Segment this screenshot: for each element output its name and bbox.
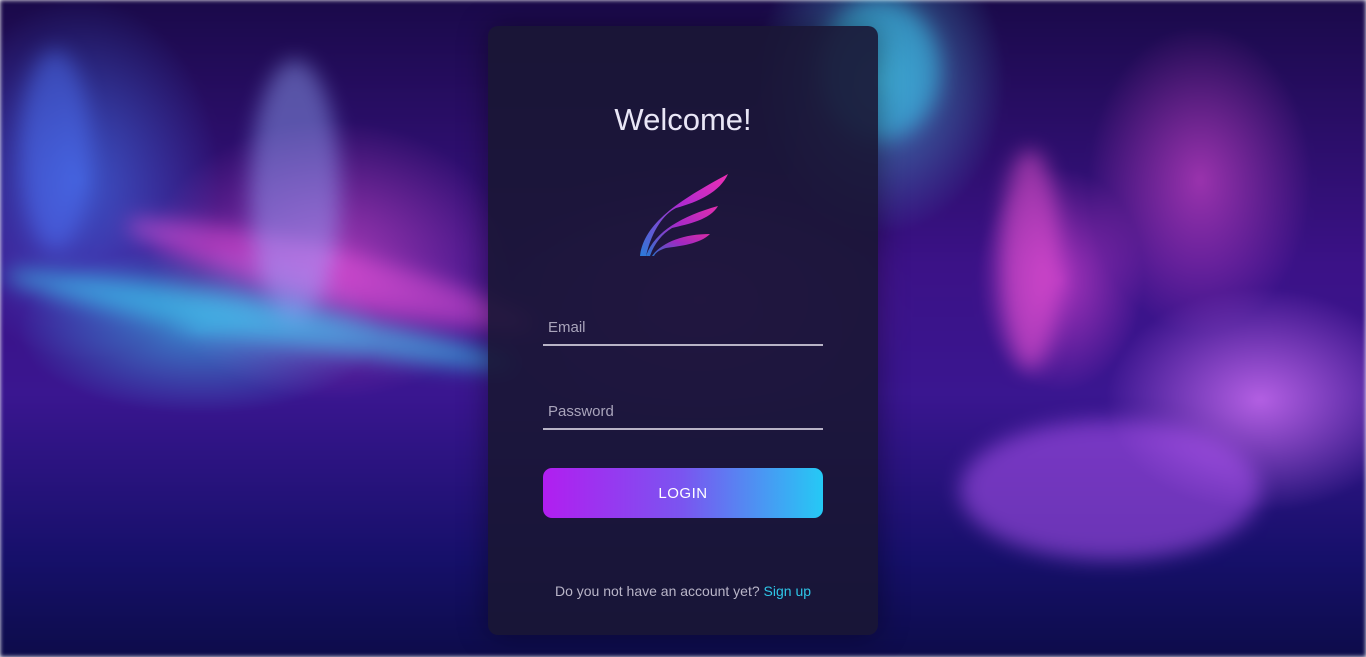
password-input[interactable] <box>543 394 823 430</box>
welcome-title: Welcome! <box>614 102 752 137</box>
signup-prompt-line: Do you not have an account yet? Sign up <box>488 583 878 599</box>
wing-logo-icon <box>640 174 728 256</box>
signup-prompt-text: Do you not have an account yet? <box>554 583 760 599</box>
login-card: Welcome! LOGIN Do you not have an accoun… <box>488 26 878 635</box>
email-input[interactable] <box>543 310 823 346</box>
signup-link[interactable]: Sign up <box>764 583 811 599</box>
login-button[interactable]: LOGIN <box>543 468 823 518</box>
